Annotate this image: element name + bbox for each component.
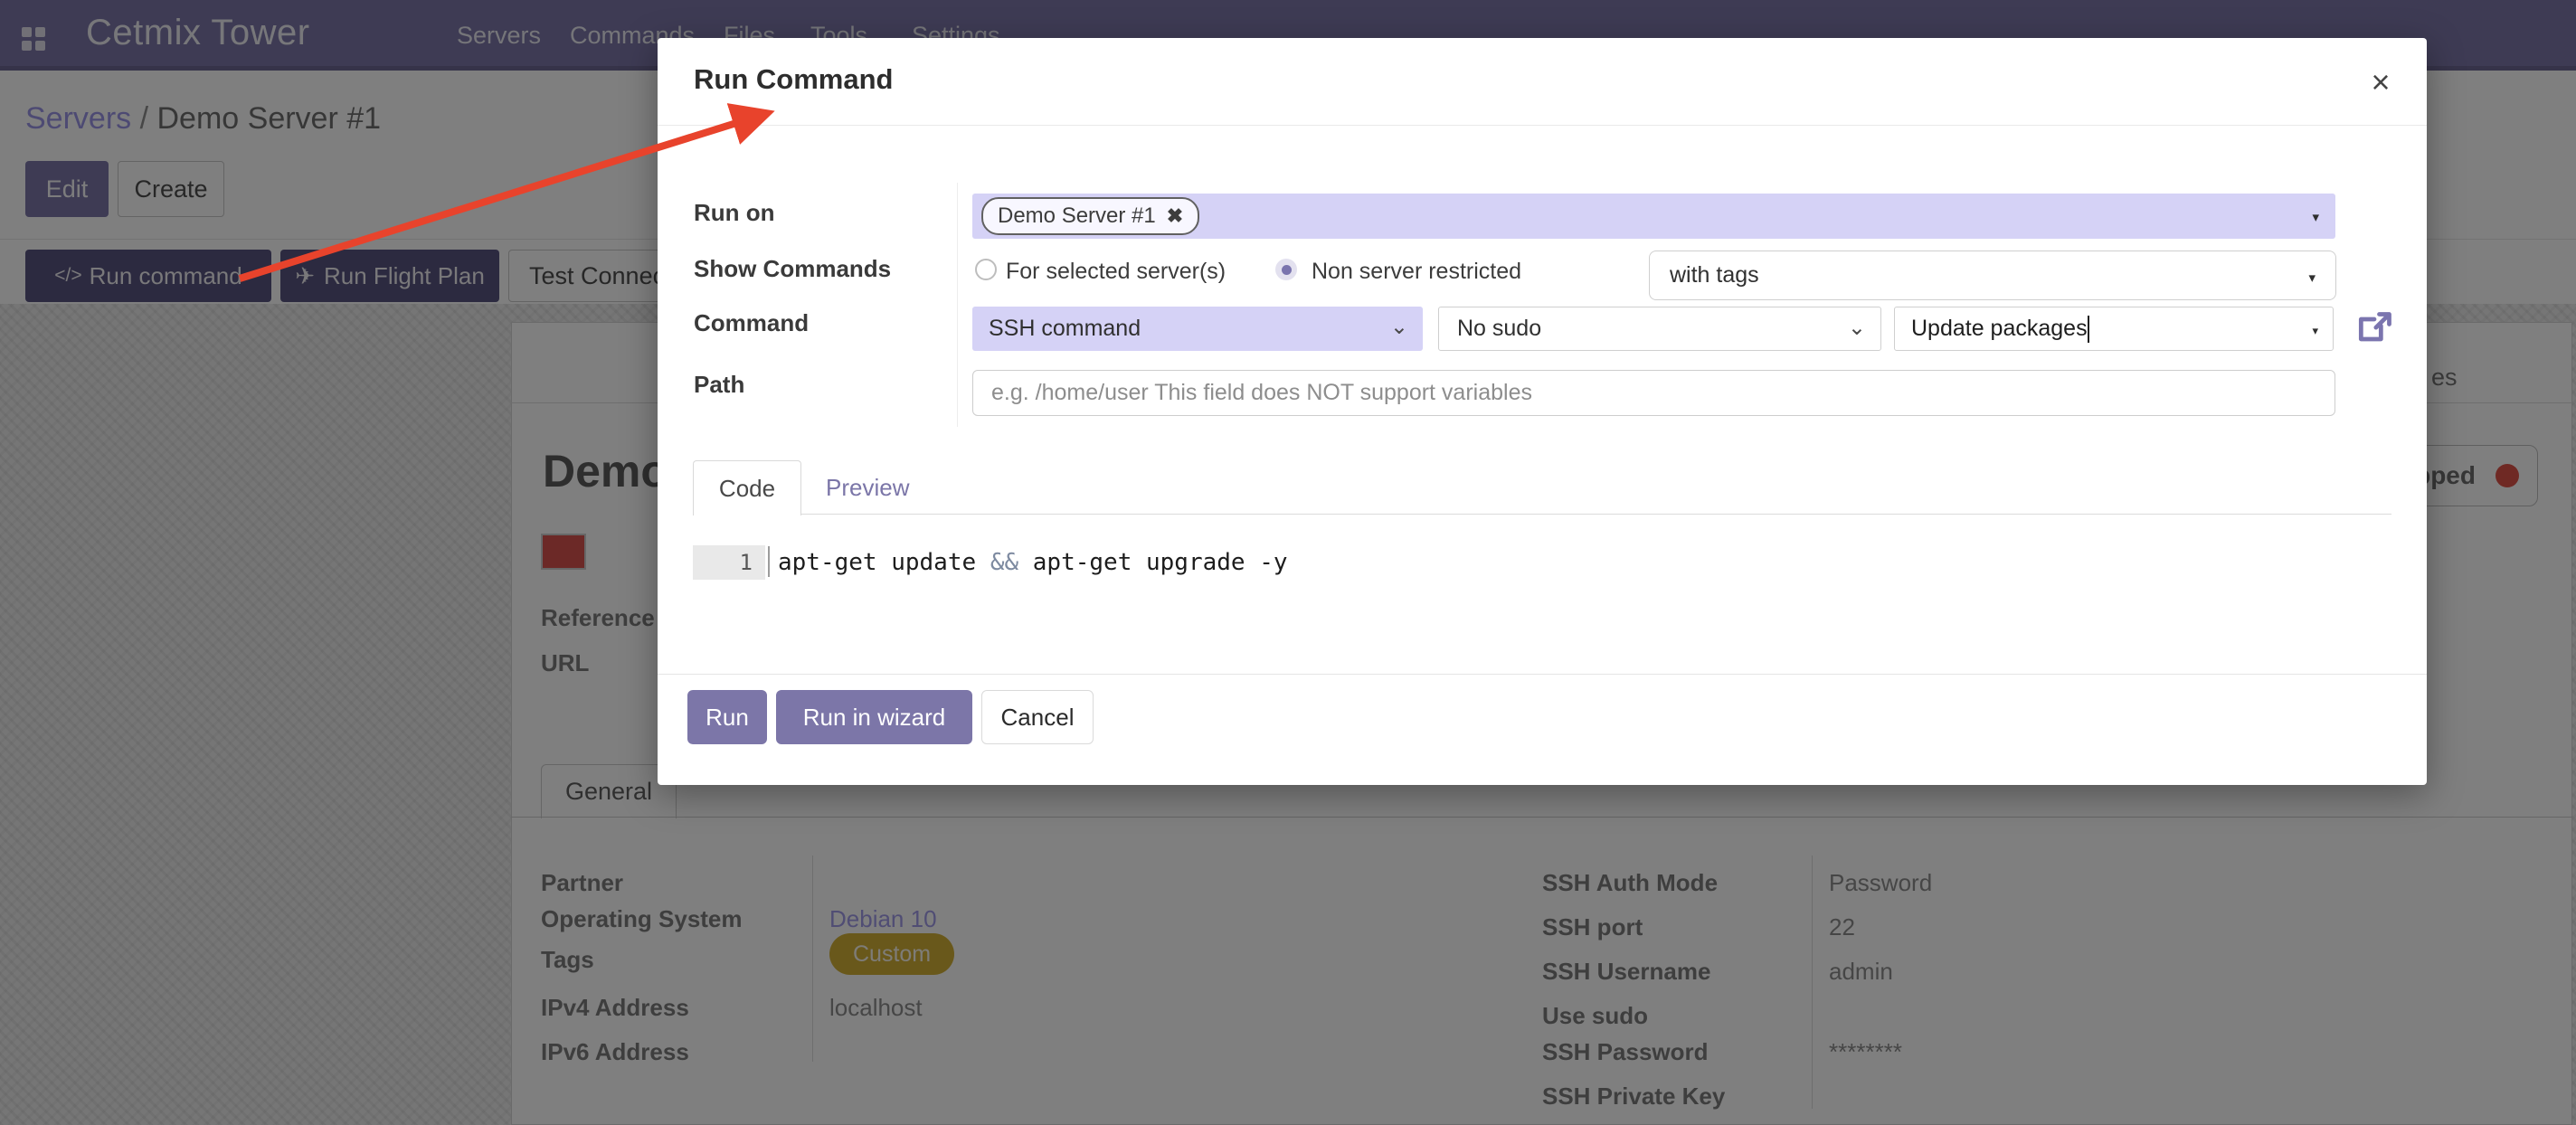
show-commands-label: Show Commands bbox=[694, 255, 891, 283]
code-operator: && bbox=[990, 549, 1018, 576]
cancel-button[interactable]: Cancel bbox=[981, 690, 1094, 744]
tags-filter-select[interactable]: with tags ▾ bbox=[1649, 251, 2336, 300]
path-label: Path bbox=[694, 371, 744, 399]
command-label: Command bbox=[694, 309, 809, 337]
run-in-wizard-button[interactable]: Run in wizard bbox=[776, 690, 972, 744]
label-column-separator bbox=[957, 183, 958, 427]
code-line-number: 1 bbox=[693, 545, 765, 580]
code-segment: apt-get update bbox=[778, 549, 990, 576]
run-command-modal: Run Command × Run on Show Commands Comma… bbox=[658, 38, 2427, 785]
run-on-label: Run on bbox=[694, 199, 775, 227]
radio-non-server-restricted-label[interactable]: Non server restricted bbox=[1312, 259, 1521, 285]
editor-cursor bbox=[768, 546, 770, 577]
command-combobox[interactable]: Update packages ▾ bbox=[1894, 307, 2334, 351]
command-value: Update packages bbox=[1911, 316, 2088, 342]
radio-for-selected-servers[interactable] bbox=[975, 259, 997, 280]
dropdown-caret-icon[interactable]: ▾ bbox=[2312, 209, 2319, 225]
command-type-value: SSH command bbox=[989, 316, 1141, 342]
modal-title: Run Command bbox=[694, 63, 893, 96]
run-button[interactable]: Run bbox=[687, 690, 767, 744]
sudo-select[interactable]: No sudo ⌄ bbox=[1438, 307, 1881, 351]
dropdown-caret-icon: ▾ bbox=[2312, 324, 2318, 338]
run-on-field[interactable]: Demo Server #1 ✖ ▾ bbox=[972, 194, 2335, 239]
text-cursor bbox=[2088, 316, 2089, 343]
command-type-select[interactable]: SSH command ⌄ bbox=[972, 307, 1423, 351]
sudo-value: No sudo bbox=[1457, 316, 1541, 342]
radio-for-selected-servers-label[interactable]: For selected server(s) bbox=[1006, 259, 1226, 285]
dropdown-caret-icon: ▾ bbox=[2308, 269, 2316, 286]
tags-filter-value: with tags bbox=[1670, 262, 1759, 288]
code-line[interactable]: apt-get update && apt-get upgrade -y bbox=[778, 549, 1288, 576]
close-icon[interactable]: × bbox=[2358, 60, 2403, 105]
path-input[interactable] bbox=[972, 370, 2335, 416]
modal-tabline bbox=[693, 514, 2391, 515]
tab-preview[interactable]: Preview bbox=[826, 474, 909, 502]
remove-tag-icon[interactable]: ✖ bbox=[1167, 204, 1183, 228]
code-segment: apt-get upgrade -y bbox=[1018, 549, 1287, 576]
server-tag-label: Demo Server #1 bbox=[998, 203, 1156, 229]
modal-header-divider bbox=[658, 125, 2427, 126]
radio-non-server-restricted[interactable] bbox=[1275, 259, 1297, 280]
external-link-icon[interactable] bbox=[2353, 309, 2395, 349]
screen: Cetmix Tower Servers Commands Files Tool… bbox=[0, 0, 2576, 1125]
tab-code[interactable]: Code bbox=[693, 460, 801, 515]
select-chevron-icon: ⌄ bbox=[1848, 315, 1866, 341]
server-tag-pill[interactable]: Demo Server #1 ✖ bbox=[981, 197, 1199, 235]
modal-footer-divider bbox=[658, 674, 2427, 675]
select-chevron-icon: ⌄ bbox=[1390, 314, 1408, 340]
